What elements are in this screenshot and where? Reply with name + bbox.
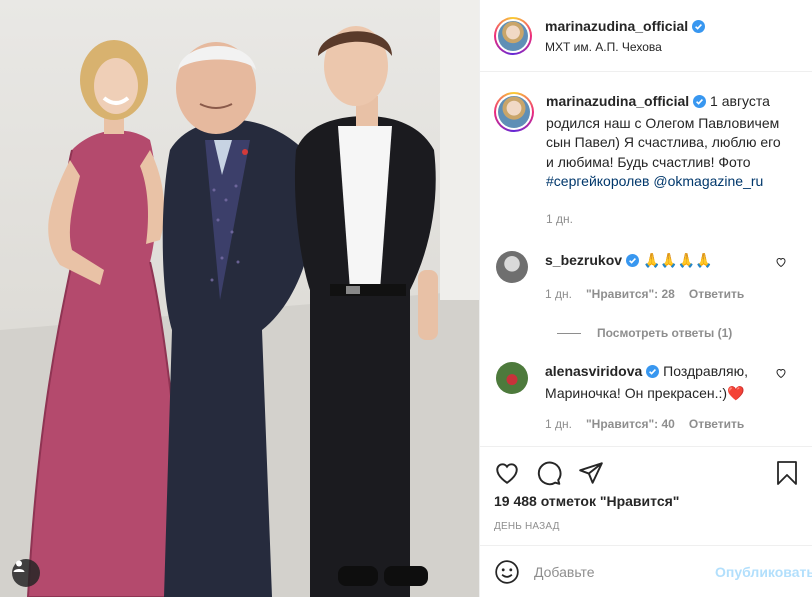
post-caption: marinazudina_official 1 августа родился … <box>494 92 799 229</box>
post-location[interactable]: МХТ им. А.П. Чехова <box>545 40 705 54</box>
comment-item: s_bezrukov 🙏🙏🙏🙏 1 дн. "Нравится": 28 Отв… <box>494 251 799 304</box>
paper-plane-icon[interactable] <box>578 460 604 486</box>
verified-badge-icon <box>626 253 640 273</box>
comment-time[interactable]: 1 дн. <box>545 285 572 305</box>
publish-comment-button[interactable]: Опубликовать <box>715 564 812 580</box>
comment-avatar[interactable] <box>496 362 528 394</box>
verified-badge-icon <box>692 19 706 36</box>
caption-mention-link[interactable]: @okmagazine_ru <box>653 173 763 189</box>
comment-avatar[interactable] <box>496 251 528 283</box>
caption-username[interactable]: marinazudina_official <box>546 93 689 109</box>
comment-like-heart-icon[interactable] <box>775 366 787 382</box>
caption-hashtag-link[interactable]: #сергейкоролев <box>546 173 650 189</box>
author-username[interactable]: marinazudina_official <box>545 18 688 34</box>
replies-divider <box>557 332 581 334</box>
comment-input[interactable] <box>534 563 715 580</box>
comment-likes-count[interactable]: "Нравится": 28 <box>586 285 675 305</box>
comment-bubble-icon[interactable] <box>536 460 562 486</box>
comments-section: marinazudina_official 1 августа родился … <box>480 72 812 446</box>
comment-username[interactable]: alenasviridova <box>545 363 642 379</box>
photo-illustration <box>0 0 479 597</box>
verified-badge-icon <box>646 364 660 384</box>
post-photo[interactable] <box>0 0 479 597</box>
comment-item: alenasviridova Поздравляю, Мариночка! Он… <box>494 362 799 435</box>
caption-avatar[interactable] <box>494 92 534 132</box>
user-tag-icon[interactable] <box>12 559 40 587</box>
comment-text: 🙏🙏🙏🙏 <box>642 252 713 268</box>
heart-icon[interactable] <box>494 460 520 486</box>
post-header: marinazudina_official МХТ им. А.П. Чехов… <box>480 0 812 72</box>
author-avatar[interactable] <box>494 16 532 55</box>
verified-badge-icon <box>693 94 707 114</box>
caption-time[interactable]: 1 дн. <box>546 210 786 230</box>
comment-reply-button[interactable]: Ответить <box>689 415 744 435</box>
comment-username[interactable]: s_bezrukov <box>545 252 622 268</box>
bookmark-icon[interactable] <box>775 460 799 486</box>
comment-likes-count[interactable]: "Нравится": 40 <box>586 415 675 435</box>
view-replies-button[interactable]: Посмотреть ответы (1) <box>557 326 799 340</box>
post-actions: 19 488 отметок "Нравится" День назад <box>480 446 812 532</box>
likes-count[interactable]: 19 488 отметок "Нравится" <box>494 493 799 509</box>
instagram-post: marinazudina_official МХТ им. А.П. Чехов… <box>0 0 812 597</box>
add-comment-bar: Опубликовать <box>480 545 812 597</box>
post-sidebar: marinazudina_official МХТ им. А.П. Чехов… <box>479 0 812 597</box>
comment-like-heart-icon[interactable] <box>775 255 787 271</box>
post-date[interactable]: День назад <box>494 521 799 532</box>
view-replies-label: Посмотреть ответы (1) <box>597 326 733 340</box>
comment-reply-button[interactable]: Ответить <box>689 285 744 305</box>
comment-time[interactable]: 1 дн. <box>545 415 572 435</box>
smiley-icon[interactable] <box>494 559 520 585</box>
